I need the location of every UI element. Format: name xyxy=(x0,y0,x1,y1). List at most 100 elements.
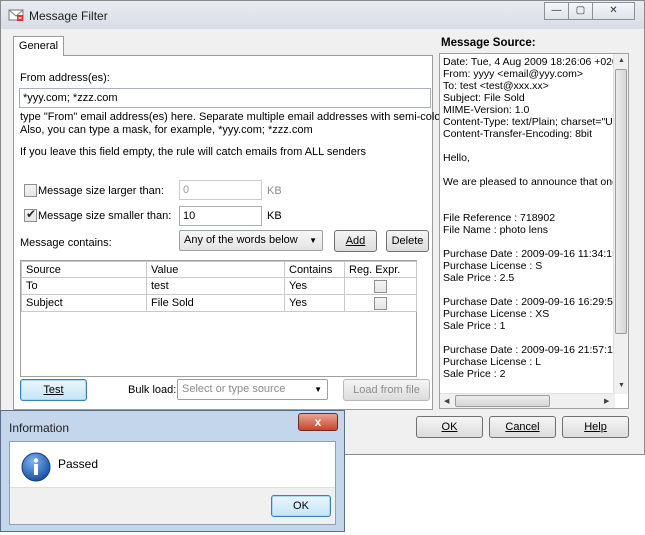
column-header-regex[interactable]: Reg. Expr. xyxy=(344,261,417,278)
source-line xyxy=(440,188,628,200)
chevron-down-icon: ▼ xyxy=(309,236,317,245)
from-mask-help-text: Also, you can type a mask, for example, … xyxy=(20,124,313,136)
scroll-up-icon[interactable]: ▲ xyxy=(618,57,625,64)
column-header-source[interactable]: Source xyxy=(21,261,147,278)
close-icon: ✕ xyxy=(609,5,618,16)
window-title: Message Filter xyxy=(29,9,108,23)
column-header-value[interactable]: Value xyxy=(146,261,285,278)
source-line xyxy=(440,140,628,152)
table-row[interactable]: To test Yes xyxy=(21,277,417,295)
message-source-text: Date: Tue, 4 Aug 2009 18:26:06 +020 From:… xyxy=(440,54,628,380)
contains-mode-select[interactable]: Any of the words below ▼ xyxy=(179,230,323,251)
cell-regex[interactable] xyxy=(344,277,417,295)
scroll-down-icon[interactable]: ▼ xyxy=(618,382,625,389)
cell-source[interactable]: To xyxy=(21,277,147,295)
bulk-load-placeholder: Select or type source xyxy=(182,383,286,395)
title-bar[interactable]: Message Filter — ▢ ✕ xyxy=(1,1,644,29)
close-icon: x xyxy=(314,415,322,429)
source-line: Date: Tue, 4 Aug 2009 18:26:06 +020 xyxy=(443,56,618,68)
source-line: Purchase License : S xyxy=(443,260,543,272)
source-line: Sale Price : 2.5 xyxy=(443,272,515,284)
dialog-footer: OK xyxy=(10,487,335,524)
size-smaller-unit: KB xyxy=(267,210,282,222)
source-line: Purchase Date : 2009-09-16 21:57:17 xyxy=(443,344,619,356)
contains-mode-value: Any of the words below xyxy=(184,234,298,246)
cell-contains[interactable]: Yes xyxy=(284,294,345,312)
info-icon xyxy=(21,452,51,482)
source-line xyxy=(440,236,628,248)
horizontal-scrollbar[interactable]: ◀ ▶ xyxy=(440,393,615,408)
tab-general-label: General xyxy=(18,40,59,52)
message-filter-window: Message Filter — ▢ ✕ General From addres… xyxy=(0,0,645,455)
message-source-title: Message Source: xyxy=(441,37,536,49)
cell-regex[interactable] xyxy=(344,294,417,312)
load-from-file-button[interactable]: Load from file xyxy=(343,379,430,401)
cell-value[interactable]: test xyxy=(146,277,285,295)
source-line: MIME-Version: 1.0 xyxy=(443,104,530,116)
cancel-button[interactable]: Cancel xyxy=(489,416,556,438)
scroll-left-icon[interactable]: ◀ xyxy=(444,397,449,405)
source-line: Purchase Date : 2009-09-16 11:34:15 xyxy=(443,248,618,260)
information-dialog: Information x Passed OK xyxy=(0,410,345,532)
from-address-input[interactable]: *yyy.com; *zzz.com xyxy=(19,88,431,108)
source-line: File Reference : 718902 xyxy=(443,212,556,224)
information-message: Passed xyxy=(58,457,99,471)
delete-button[interactable]: Delete xyxy=(386,230,429,252)
source-line: Sale Price : 2 xyxy=(443,368,506,380)
bulk-load-select[interactable]: Select or type source ▼ xyxy=(177,379,328,400)
source-line: Content-Transfer-Encoding: 8bit xyxy=(443,128,593,140)
minimize-button[interactable]: — xyxy=(544,2,569,20)
source-line: Subject: File Sold xyxy=(443,92,525,104)
source-line: Content-Type: text/Plain; charset="U xyxy=(443,116,613,128)
envelope-filter-icon xyxy=(8,9,24,21)
add-button-label: Add xyxy=(345,235,366,247)
size-smaller-checkbox[interactable] xyxy=(24,207,37,222)
size-larger-input[interactable]: 0 xyxy=(179,180,262,200)
regex-checkbox[interactable] xyxy=(374,280,387,293)
dialog-ok-button[interactable]: OK xyxy=(271,495,331,517)
help-button[interactable]: Help xyxy=(562,416,629,438)
from-help-text: type "From" email address(es) here. Sepa… xyxy=(20,111,456,123)
maximize-button[interactable]: ▢ xyxy=(568,2,593,20)
source-line: Purchase Date : 2009-09-16 16:29:57 xyxy=(443,296,619,308)
general-tab-panel: From address(es): *yyy.com; *zzz.com typ… xyxy=(13,55,455,410)
size-smaller-input[interactable]: 10 xyxy=(179,206,262,226)
source-line xyxy=(440,164,628,176)
cell-contains[interactable]: Yes xyxy=(284,277,345,295)
table-row[interactable]: Subject File Sold Yes xyxy=(21,294,417,312)
close-button[interactable]: ✕ xyxy=(592,2,635,20)
regex-checkbox[interactable] xyxy=(374,297,387,310)
source-line xyxy=(440,284,628,296)
vertical-scroll-thumb[interactable] xyxy=(615,69,627,334)
minimize-icon: — xyxy=(551,5,562,16)
table-header-row: Source Value Contains Reg. Expr. xyxy=(21,261,417,278)
source-line: Sale Price : 1 xyxy=(443,320,506,332)
add-button[interactable]: Add xyxy=(334,230,377,252)
size-larger-checkbox[interactable] xyxy=(24,184,37,197)
size-larger-unit: KB xyxy=(267,185,282,197)
size-smaller-label: Message size smaller than: xyxy=(38,210,172,222)
cell-source[interactable]: Subject xyxy=(21,294,147,312)
message-source-pane[interactable]: Date: Tue, 4 Aug 2009 18:26:06 +020 From:… xyxy=(439,53,629,409)
source-line: Purchase License : L xyxy=(443,356,542,368)
horizontal-scroll-thumb[interactable] xyxy=(455,395,550,407)
source-line: File Name : photo lens xyxy=(443,224,549,236)
ok-button[interactable]: OK xyxy=(416,416,483,438)
source-line xyxy=(440,200,628,212)
scroll-right-icon[interactable]: ▶ xyxy=(604,397,609,405)
column-header-contains[interactable]: Contains xyxy=(284,261,345,278)
source-line: Purchase License : XS xyxy=(443,308,550,320)
vertical-scrollbar[interactable]: ▲ ▼ xyxy=(613,54,628,394)
tab-general[interactable]: General xyxy=(13,36,64,56)
information-dialog-body: Passed OK xyxy=(9,441,336,525)
dialog-close-button[interactable]: x xyxy=(298,413,338,431)
dialog-ok-label: OK xyxy=(293,500,309,512)
help-button-label: Help xyxy=(584,421,607,433)
cell-value[interactable]: File Sold xyxy=(146,294,285,312)
message-contains-label: Message contains: xyxy=(20,237,112,249)
source-line: From: yyyy <email@yyy.com> xyxy=(443,68,583,80)
information-dialog-title: Information xyxy=(9,421,70,435)
size-larger-label: Message size larger than: xyxy=(38,185,164,197)
test-button[interactable]: Test xyxy=(20,379,87,401)
chevron-down-icon: ▼ xyxy=(314,385,322,394)
